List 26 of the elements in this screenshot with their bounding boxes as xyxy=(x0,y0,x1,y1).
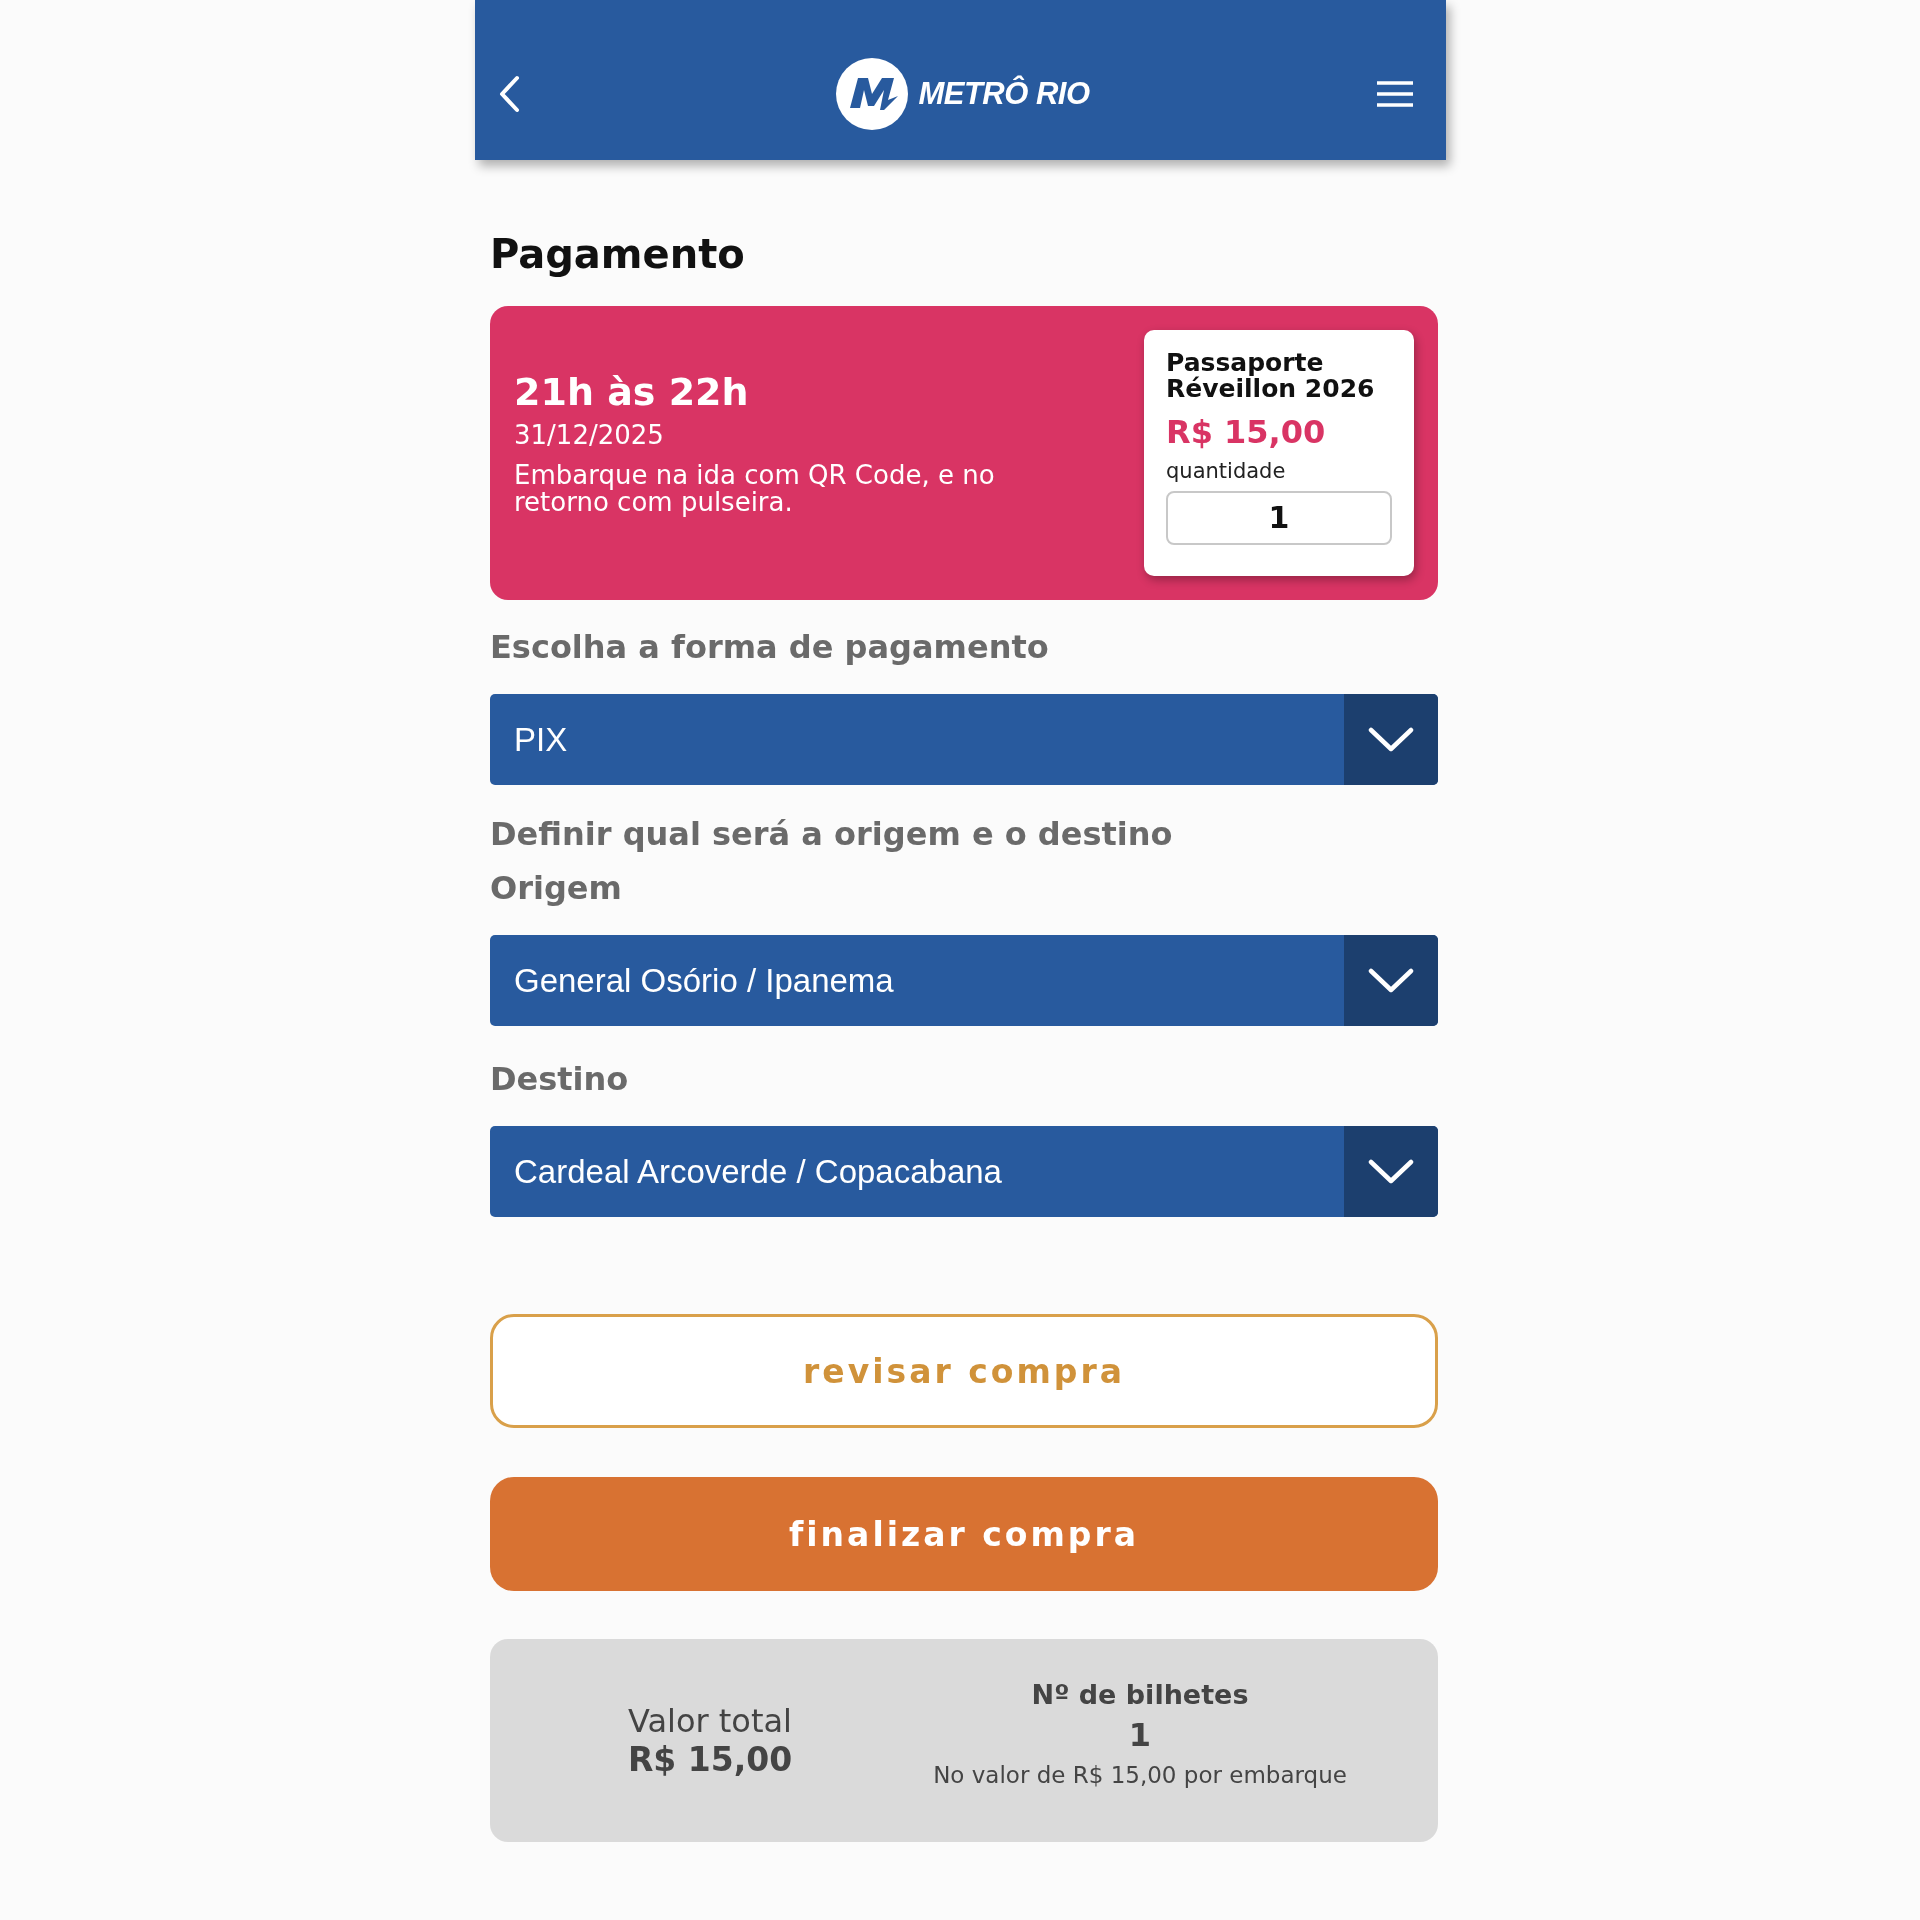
total-value: R$ 15,00 xyxy=(627,1740,793,1779)
quantity-label: quantidade xyxy=(1166,458,1287,483)
field-label: Destino xyxy=(490,1060,630,1098)
logo-icon xyxy=(836,58,909,130)
price-note: No valor de R$ 15,00 por embarque xyxy=(933,1762,1347,1788)
event-date: 31/12/2025 xyxy=(514,419,665,450)
payment-select[interactable]: PIX xyxy=(490,694,1438,785)
station-select[interactable]: Cardeal Arcoverde / Copacabana xyxy=(490,1126,1438,1217)
route-label: Definir qual será a origem e o destino xyxy=(490,815,1174,853)
total-label: Valor total xyxy=(628,1702,792,1740)
menu-button[interactable] xyxy=(1375,79,1416,109)
field-label: Origem xyxy=(490,869,623,907)
tickets-label: Nº de bilhetes xyxy=(1031,1679,1249,1710)
page-title: Pagamento xyxy=(490,232,746,276)
time-range: 21h às 22h xyxy=(514,369,750,414)
logo-text: METRÔ RIO xyxy=(918,76,1090,112)
ticket-name: Passaporte Réveillon 2026 xyxy=(1166,350,1376,403)
quantity-field[interactable]: 1 xyxy=(1166,490,1392,545)
chevron-down-icon xyxy=(1368,726,1414,753)
chevron-down-icon xyxy=(1368,1158,1414,1185)
station-select[interactable]: General Osório / Ipanema xyxy=(490,935,1438,1026)
payment-label: Escolha a forma de pagamento xyxy=(490,628,1050,666)
chevron-down-icon xyxy=(1368,967,1414,994)
tickets-count: 1 xyxy=(1128,1716,1152,1754)
boarding-note: Embarque na ida com QR Code, e no retorno com pulseira. xyxy=(514,461,996,517)
ticket-price: R$ 15,00 xyxy=(1166,412,1327,451)
